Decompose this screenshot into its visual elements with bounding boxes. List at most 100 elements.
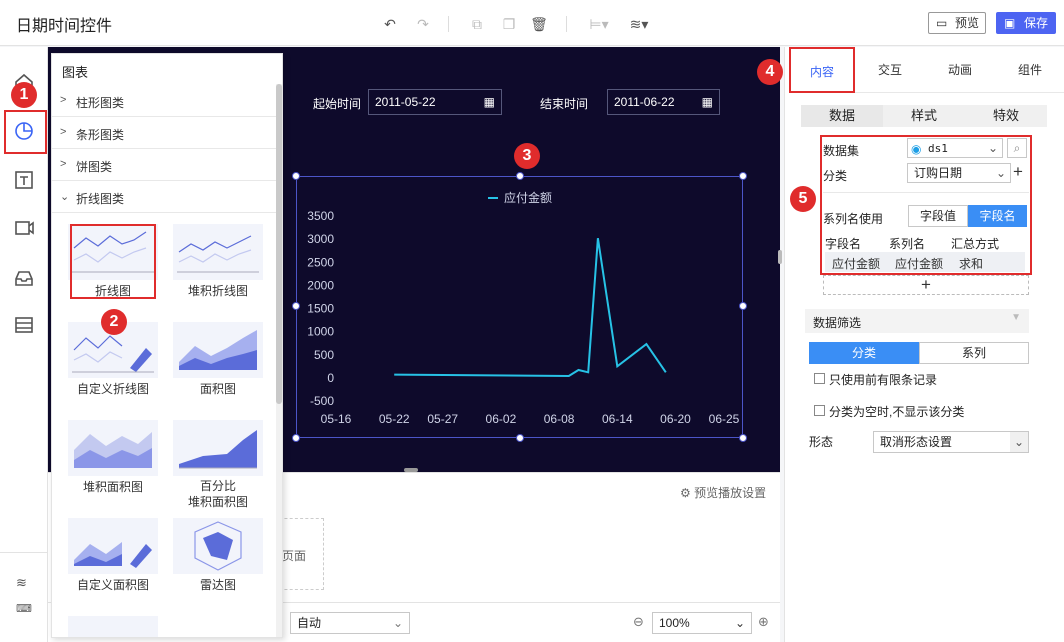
thumb-area[interactable] <box>173 322 263 378</box>
thumb-label: 自定义面积图 <box>76 578 149 592</box>
annotation-marker: 1 <box>11 82 37 108</box>
zoom-select[interactable]: 100% ⌄ <box>652 612 752 634</box>
tab-component[interactable]: 组件 <box>995 47 1064 93</box>
empty-category-checkbox-label: 分类为空时,不显示该分类 <box>829 405 965 419</box>
zoom-out-icon[interactable]: ⊖ <box>633 614 644 630</box>
thumb-percent-area[interactable] <box>173 420 263 476</box>
thumb-label: 雷达图 <box>199 578 236 592</box>
category-line[interactable]: ⌄ 折线图类 <box>52 181 278 213</box>
table-cell: 求和 <box>959 257 984 271</box>
resize-handle[interactable] <box>516 172 524 180</box>
resize-handle[interactable] <box>739 434 747 442</box>
list-icon[interactable] <box>13 314 35 336</box>
table-header-field: 字段名 <box>825 237 862 251</box>
resize-handle[interactable] <box>739 172 747 180</box>
subtab-effect[interactable]: 特效 <box>965 105 1047 127</box>
toolbar-divider <box>566 16 567 32</box>
search-icon[interactable]: ⌕ <box>1007 138 1027 158</box>
filter-header[interactable]: 数据筛选 ▼ <box>805 309 1029 333</box>
subtab-data[interactable]: 数据 <box>801 105 883 127</box>
thumb-stacked-line[interactable] <box>173 224 263 280</box>
end-date-input[interactable]: 2011-06-22 ▦ <box>607 89 720 115</box>
subtab-style[interactable]: 样式 <box>883 105 965 127</box>
save-icon: ▣ <box>1004 16 1016 30</box>
form-select[interactable]: 取消形态设置 ⌄ <box>873 431 1029 453</box>
resize-handle[interactable] <box>292 302 300 310</box>
app-title: 日期时间控件 <box>16 18 113 35</box>
delete-icon[interactable]: 🗑 <box>530 15 548 33</box>
limit-checkbox[interactable] <box>814 373 825 384</box>
add-icon[interactable]: + <box>1013 162 1023 182</box>
undo-icon[interactable]: ↶ <box>381 15 399 33</box>
category-label: 柱形图类 <box>76 96 125 110</box>
category-hbar[interactable]: > 条形图类 <box>52 117 278 149</box>
series-field-name-button[interactable]: 字段名 <box>968 205 1027 227</box>
tab-interaction[interactable]: 交互 <box>855 47 925 93</box>
preview-button[interactable]: ▭ 预览 <box>928 12 986 34</box>
category-label: 饼图类 <box>76 160 113 174</box>
chevron-right-icon: > <box>60 94 67 106</box>
annotation-marker: 5 <box>790 186 816 212</box>
thumb-label: 堆积折线图 <box>187 284 248 298</box>
table-row[interactable]: 应付金额 应付金额 求和 <box>825 252 1025 272</box>
align-icon[interactable]: ⊨▾ <box>586 15 612 33</box>
sidebar-divider <box>0 552 48 553</box>
inbox-icon[interactable] <box>13 267 35 289</box>
thumb-label: 百分比 堆积面积图 <box>187 479 248 509</box>
add-field-button[interactable]: + <box>823 275 1029 295</box>
category-pie[interactable]: > 饼图类 <box>52 149 278 181</box>
category-select[interactable]: 订购日期 ⌄ <box>907 163 1011 183</box>
limit-checkbox-label: 只使用前有限条记录 <box>829 373 938 387</box>
table-header-aggregate: 汇总方式 <box>951 237 1000 251</box>
thumb-label: 自定义折线图 <box>76 382 149 396</box>
filter-tab-series[interactable]: 系列 <box>919 342 1029 364</box>
property-panel: 内容 交互 动画 组件 数据 样式 特效 数据集 ◉ ds1 ⌄ ⌕ 分类 订购… <box>784 47 1064 642</box>
scrollbar-thumb[interactable] <box>276 84 282 404</box>
media-icon[interactable] <box>13 217 35 239</box>
splitter-handle[interactable] <box>404 468 418 472</box>
empty-category-checkbox[interactable] <box>814 405 825 416</box>
annotation-marker: 2 <box>101 309 127 335</box>
calendar-icon[interactable]: ▦ <box>702 90 713 114</box>
layers-icon[interactable]: ≋ <box>16 575 27 591</box>
toolbar-divider <box>448 16 449 32</box>
fit-mode-value: 自动 <box>297 616 322 630</box>
category-bar[interactable]: > 柱形图类 <box>52 85 278 117</box>
category-label: 条形图类 <box>76 128 125 142</box>
table-header-series: 系列名 <box>889 237 926 251</box>
category-value: 订购日期 <box>914 166 963 180</box>
thumb-more[interactable] <box>68 616 158 637</box>
keyboard-icon[interactable]: ⌨ <box>16 602 32 615</box>
divider <box>823 192 1029 193</box>
series-field-value-button[interactable]: 字段值 <box>908 205 968 227</box>
category-label: 折线图类 <box>76 192 125 206</box>
dataset-select[interactable]: ◉ ds1 ⌄ <box>907 138 1003 158</box>
preview-settings-link[interactable]: ⚙ 预览播放设置 <box>680 484 766 501</box>
series-use-label: 系列名使用 <box>823 212 884 226</box>
paste-icon[interactable]: ❐ <box>500 15 518 33</box>
resize-handle[interactable] <box>739 302 747 310</box>
thumb-stacked-area[interactable] <box>68 420 158 476</box>
filter-tab-category[interactable]: 分类 <box>809 342 919 364</box>
thumb-custom-area[interactable] <box>68 518 158 574</box>
copy-icon[interactable]: ⧉ <box>468 15 486 33</box>
resize-handle[interactable] <box>292 434 300 442</box>
caret-down-icon: ▼ <box>1011 312 1021 323</box>
resize-handle[interactable] <box>516 434 524 442</box>
tab-content[interactable]: 内容 <box>789 47 855 93</box>
table-cell: 应付金额 <box>832 257 881 271</box>
chevron-down-icon: ⌄ <box>392 616 403 630</box>
chevron-down-icon: ⌄ <box>987 141 998 155</box>
resize-handle[interactable] <box>292 172 300 180</box>
zoom-in-icon[interactable]: ⊕ <box>758 614 769 630</box>
calendar-icon[interactable]: ▦ <box>484 90 495 114</box>
tab-animation[interactable]: 动画 <box>925 47 995 93</box>
start-date-input[interactable]: 2011-05-22 ▦ <box>368 89 502 115</box>
thumb-radar[interactable] <box>173 518 263 574</box>
splitter-handle[interactable] <box>778 250 782 264</box>
redo-icon[interactable]: ↷ <box>414 15 432 33</box>
layer-icon[interactable]: ≋▾ <box>626 15 652 33</box>
fit-mode-select[interactable]: 自动 ⌄ <box>290 612 410 634</box>
save-button[interactable]: ▣ 保存 <box>996 12 1056 34</box>
text-icon[interactable] <box>13 169 35 191</box>
